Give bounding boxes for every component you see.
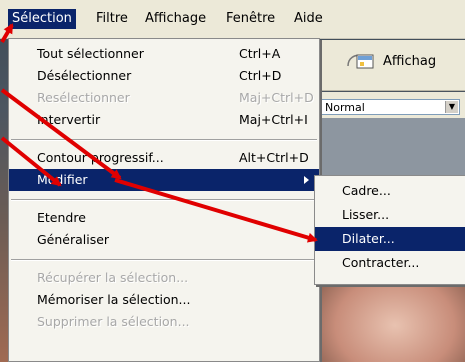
menu-filtre[interactable]: Filtre xyxy=(92,9,132,29)
menu-item-reselect[interactable]: Resélectionner Maj+Ctrl+D xyxy=(9,87,319,109)
menu-item-delete-selection[interactable]: Supprimer la sélection... xyxy=(9,311,319,333)
menu-item-shortcut: Ctrl+A xyxy=(239,46,281,61)
modify-submenu: Cadre... Lisser... Dilater... Contracter… xyxy=(314,175,465,285)
selection-menu: Tout sélectionner Ctrl+A Désélectionner … xyxy=(8,38,320,362)
menu-item-load-selection[interactable]: Récupérer la sélection... xyxy=(9,267,319,289)
menu-item-shortcut: Maj+Ctrl+D xyxy=(239,90,314,105)
submenu-item-label: Contracter... xyxy=(342,255,420,270)
menu-item-label: Généraliser xyxy=(37,232,110,247)
menu-aide[interactable]: Aide xyxy=(290,9,327,29)
menu-affichage[interactable]: Affichage xyxy=(141,9,210,29)
blend-mode-value: Normal xyxy=(325,101,365,114)
menu-item-shortcut: Maj+Ctrl+I xyxy=(239,112,308,127)
menu-item-label: Modifier xyxy=(37,172,88,187)
blend-mode-select[interactable]: Normal ▼ xyxy=(320,99,460,115)
submenu-arrow-icon xyxy=(304,176,309,184)
menu-item-label: Resélectionner xyxy=(37,90,130,105)
menu-item-label: Contour progressif... xyxy=(37,150,164,165)
menu-item-deselect[interactable]: Désélectionner Ctrl+D xyxy=(9,65,319,87)
menu-item-label: Désélectionner xyxy=(37,68,132,83)
view-icon[interactable] xyxy=(345,50,375,72)
menu-separator xyxy=(11,199,317,201)
menu-item-grow[interactable]: Etendre xyxy=(9,207,319,229)
submenu-item-label: Dilater... xyxy=(342,231,395,246)
menu-item-shortcut: Ctrl+D xyxy=(239,68,282,83)
submenu-item-expand[interactable]: Dilater... xyxy=(315,227,465,251)
document-tab-area xyxy=(320,118,465,178)
menu-separator xyxy=(11,139,317,141)
menu-item-label: Etendre xyxy=(37,210,86,225)
menu-item-modify[interactable]: Modifier xyxy=(9,169,319,191)
menu-item-feather[interactable]: Contour progressif... Alt+Ctrl+D xyxy=(9,147,319,169)
menu-item-label: Tout sélectionner xyxy=(37,46,144,61)
menu-item-label: Intervertir xyxy=(37,112,101,127)
menu-item-label: Récupérer la sélection... xyxy=(37,270,189,285)
menu-item-shortcut: Alt+Ctrl+D xyxy=(239,150,309,165)
menu-item-save-selection[interactable]: Mémoriser la sélection... xyxy=(9,289,319,311)
menu-item-invert[interactable]: Intervertir Maj+Ctrl+I xyxy=(9,109,319,131)
menu-fenetre[interactable]: Fenêtre xyxy=(222,9,279,29)
submenu-item-label: Cadre... xyxy=(342,183,391,198)
menu-item-select-all[interactable]: Tout sélectionner Ctrl+A xyxy=(9,43,319,65)
submenu-item-smooth[interactable]: Lisser... xyxy=(315,203,465,227)
menu-separator xyxy=(11,259,317,261)
submenu-item-contract[interactable]: Contracter... xyxy=(315,251,465,275)
menu-item-similar[interactable]: Généraliser xyxy=(9,229,319,251)
menu-bar: Sélection Filtre Affichage Fenêtre Aide xyxy=(0,0,465,39)
chevron-down-icon[interactable]: ▼ xyxy=(445,101,458,113)
submenu-item-border[interactable]: Cadre... xyxy=(315,179,465,203)
menu-item-label: Supprimer la sélection... xyxy=(37,314,190,329)
menu-selection[interactable]: Sélection xyxy=(8,9,76,29)
submenu-item-label: Lisser... xyxy=(342,207,390,222)
toolbar-view-label[interactable]: Affichag xyxy=(383,54,436,69)
menu-item-label: Mémoriser la sélection... xyxy=(37,292,191,307)
